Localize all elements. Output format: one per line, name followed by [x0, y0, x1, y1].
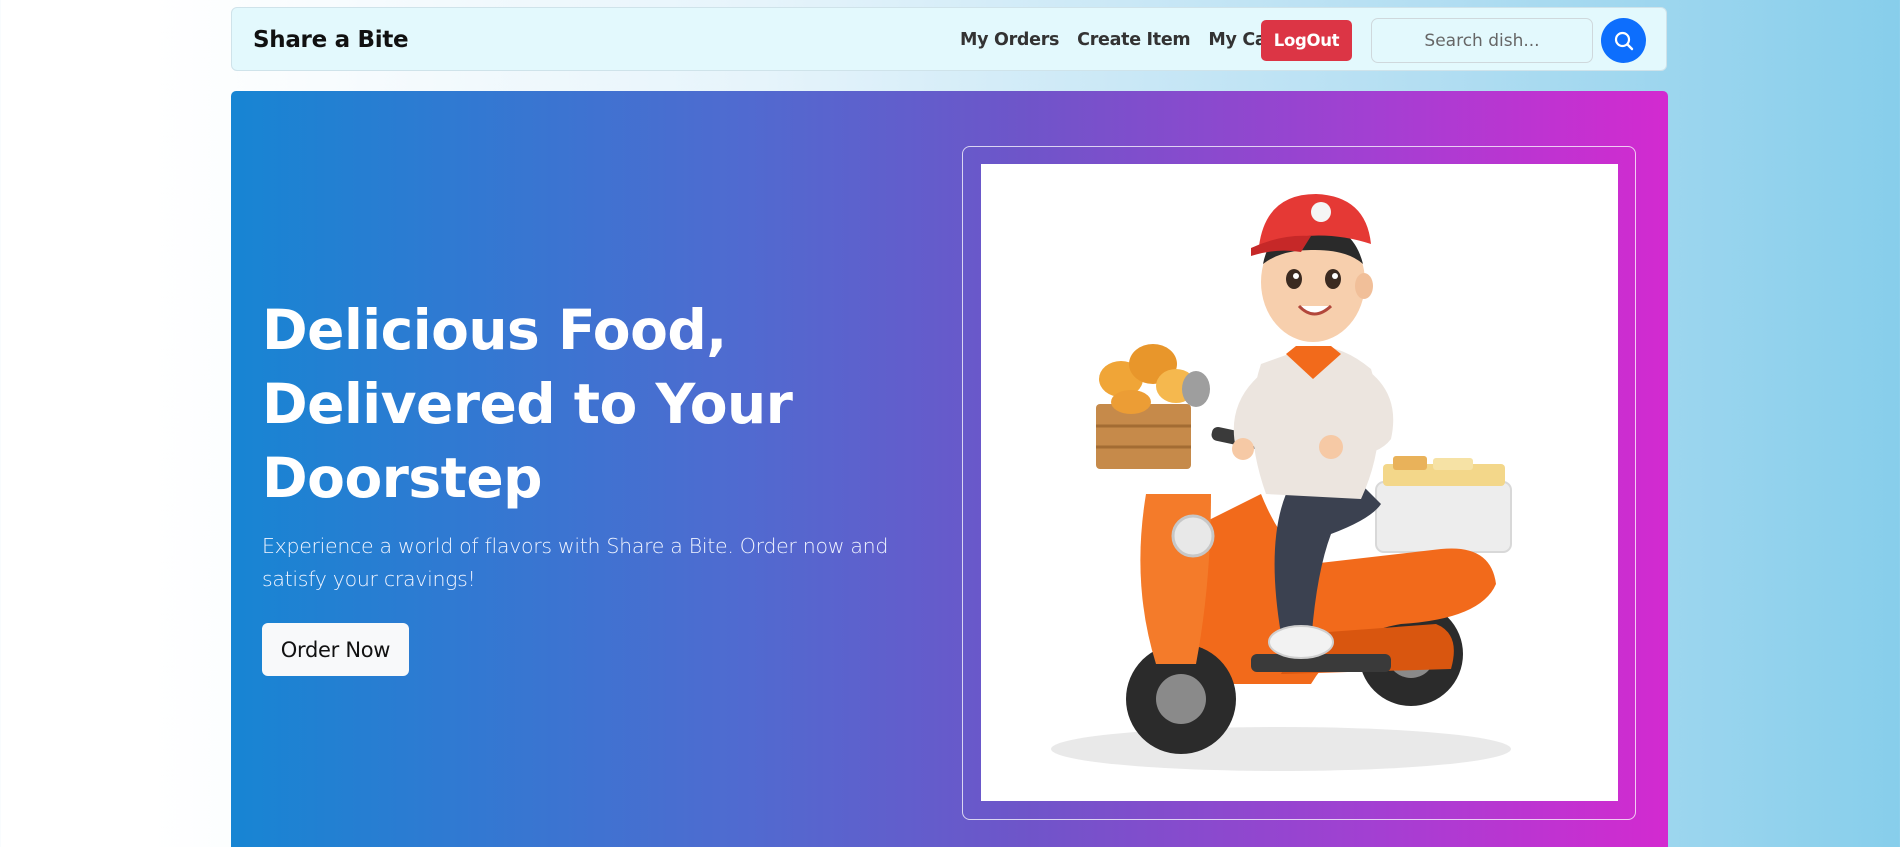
nav-link-my-orders[interactable]: My Orders [960, 30, 1059, 50]
hero-subtitle: Experience a world of flavors with Share… [262, 534, 889, 591]
top-navbar: Share a Bite My Orders Create Item My Ca… [231, 7, 1667, 71]
order-now-button[interactable]: Order Now [262, 623, 409, 676]
hero-title: Delicious Food, Delivered to Your Doorst… [262, 298, 793, 510]
nav-link-create-item[interactable]: Create Item [1077, 30, 1190, 50]
brand-logo[interactable]: Share a Bite [253, 8, 409, 72]
hero-image [981, 164, 1618, 801]
search-input[interactable] [1371, 18, 1593, 63]
delivery-scooter-illustration [1051, 194, 1512, 771]
search-button[interactable] [1601, 18, 1646, 63]
search-icon [1614, 31, 1633, 50]
nav-links: My Orders Create Item My Cart [960, 8, 1301, 72]
hero-section: Delicious Food, Delivered to Your Doorst… [231, 91, 1668, 847]
logout-button[interactable]: LogOut [1261, 20, 1352, 61]
